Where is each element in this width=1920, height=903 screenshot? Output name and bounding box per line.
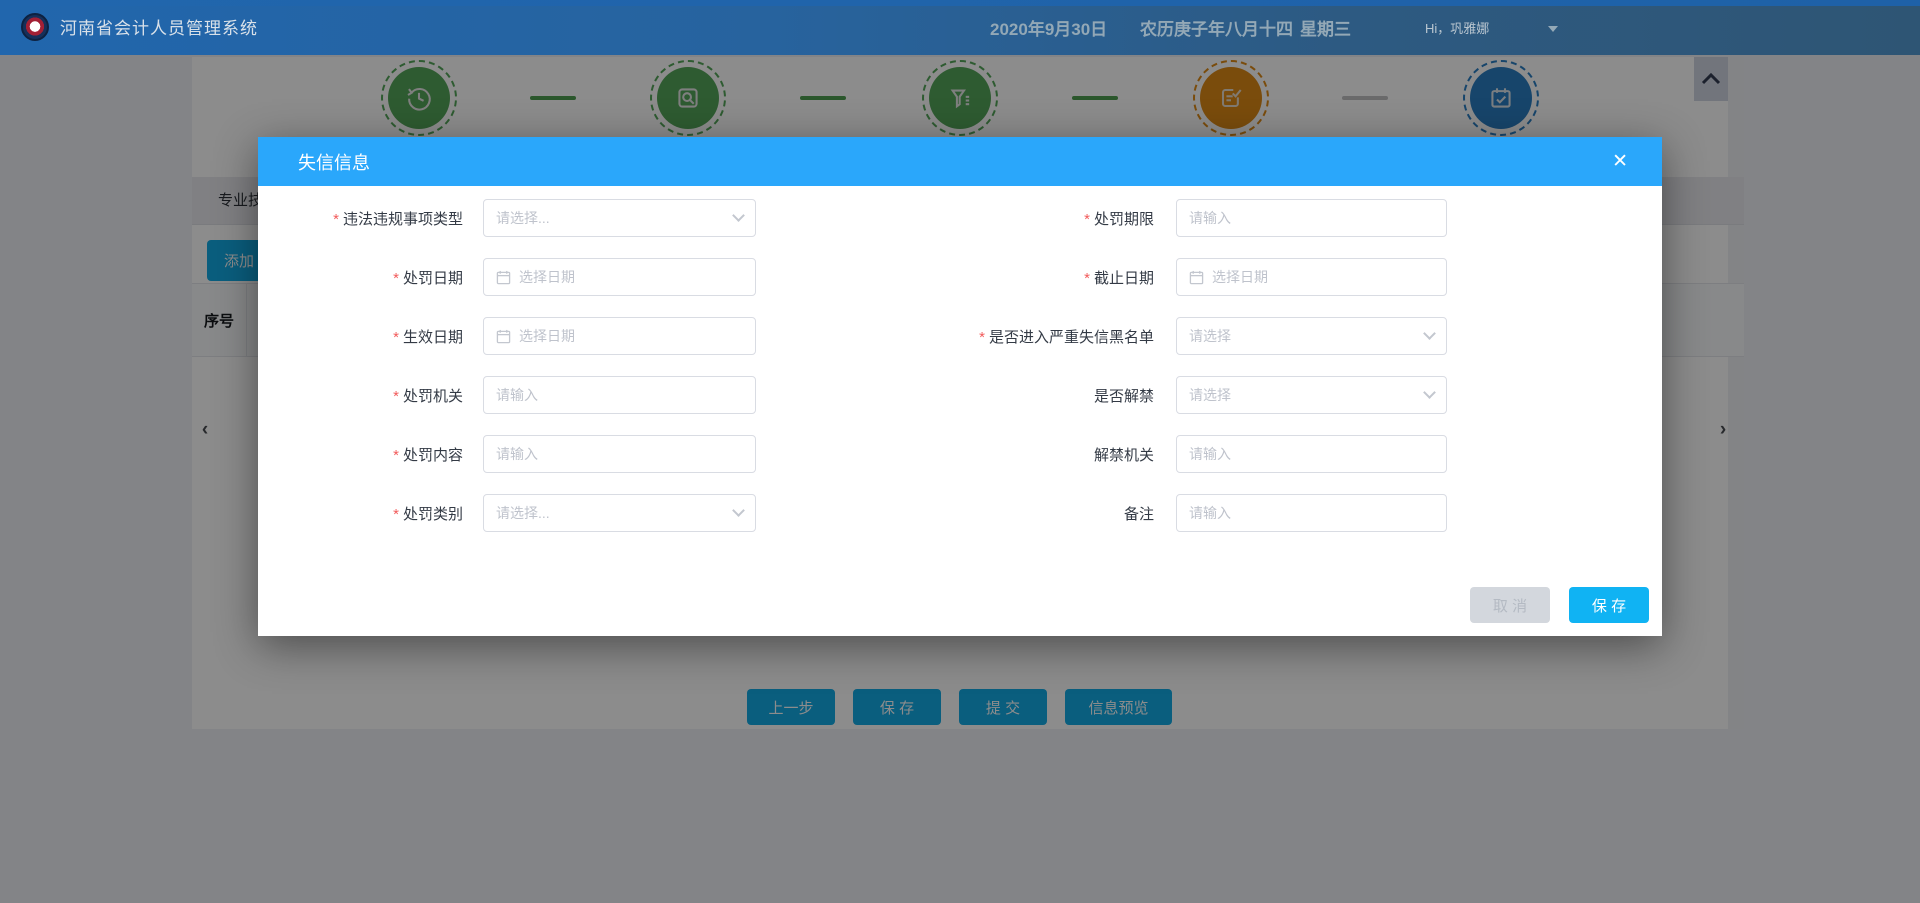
placeholder-text: 请选择... bbox=[496, 208, 550, 228]
form-date-picker[interactable]: 选择日期 bbox=[483, 258, 756, 296]
form-field-label: *是否进入严重失信黑名单 bbox=[818, 326, 1176, 347]
placeholder-text: 选择日期 bbox=[519, 326, 575, 346]
form-text-input[interactable] bbox=[483, 435, 756, 473]
chevron-down-icon bbox=[1423, 327, 1436, 340]
form-field-label: *处罚日期 bbox=[258, 267, 483, 288]
required-asterisk: * bbox=[393, 270, 399, 287]
form-text-input[interactable] bbox=[483, 376, 756, 414]
form-field-label: *处罚类别 bbox=[258, 503, 483, 524]
placeholder-text: 请选择 bbox=[1189, 326, 1231, 346]
required-asterisk: * bbox=[393, 447, 399, 464]
form-field-label: *违法违规事项类型 bbox=[258, 208, 483, 229]
close-icon[interactable]: ✕ bbox=[1612, 150, 1628, 173]
form-row: *截止日期 选择日期 bbox=[818, 258, 1658, 296]
modal-title: 失信信息 bbox=[298, 149, 370, 175]
required-asterisk: * bbox=[333, 211, 339, 228]
page: 河南省会计人员管理系统 2020年9月30日 农历庚子年八月十四 星期三 Hi，… bbox=[0, 0, 1920, 903]
form-row: *是否进入严重失信黑名单请选择 bbox=[818, 317, 1658, 355]
modal-save-button[interactable]: 保 存 bbox=[1569, 587, 1649, 623]
app-logo-icon bbox=[21, 13, 49, 41]
form-field-label: *生效日期 bbox=[258, 326, 483, 347]
form-field-label: 解禁机关 bbox=[818, 444, 1176, 465]
weekday: 星期三 bbox=[1300, 0, 1351, 55]
form-column-right: *处罚期限*截止日期选择日期*是否进入严重失信黑名单请选择是否解禁请选择解禁机关… bbox=[818, 199, 1658, 553]
form-text-input[interactable] bbox=[1176, 199, 1447, 237]
form-row: 解禁机关 bbox=[818, 435, 1658, 473]
required-asterisk: * bbox=[1084, 270, 1090, 287]
form-text-input[interactable] bbox=[1176, 494, 1447, 532]
dishonesty-info-modal: 失信信息 ✕ *违法违规事项类型请选择...*处罚日期选择日期*生效日期选择日期… bbox=[258, 137, 1662, 636]
form-field-label: 是否解禁 bbox=[818, 385, 1176, 406]
form-select[interactable]: 请选择 bbox=[1176, 317, 1447, 355]
top-navbar: 河南省会计人员管理系统 2020年9月30日 农历庚子年八月十四 星期三 Hi，… bbox=[0, 0, 1920, 55]
form-select[interactable]: 请选择... bbox=[483, 494, 756, 532]
placeholder-text: 请选择 bbox=[1189, 385, 1231, 405]
chevron-down-icon bbox=[1423, 386, 1436, 399]
form-row: 备注 bbox=[818, 494, 1658, 532]
form-field-label: *处罚机关 bbox=[258, 385, 483, 406]
chevron-down-icon bbox=[732, 209, 745, 222]
form-field-label: *处罚内容 bbox=[258, 444, 483, 465]
form-date-picker[interactable]: 选择日期 bbox=[483, 317, 756, 355]
form-row: *处罚期限 bbox=[818, 199, 1658, 237]
lunar-date: 农历庚子年八月十四 bbox=[1140, 0, 1293, 55]
required-asterisk: * bbox=[393, 388, 399, 405]
form-field-label: *截止日期 bbox=[818, 267, 1176, 288]
form-select[interactable]: 请选择... bbox=[483, 199, 756, 237]
form-select[interactable]: 请选择 bbox=[1176, 376, 1447, 414]
required-asterisk: * bbox=[1084, 211, 1090, 228]
required-asterisk: * bbox=[393, 329, 399, 346]
form-field-label: 备注 bbox=[818, 503, 1176, 524]
chevron-down-icon bbox=[732, 504, 745, 517]
required-asterisk: * bbox=[979, 329, 985, 346]
placeholder-text: 选择日期 bbox=[519, 267, 575, 287]
app-title: 河南省会计人员管理系统 bbox=[60, 0, 258, 55]
cancel-button[interactable]: 取 消 bbox=[1470, 587, 1550, 623]
modal-header: 失信信息 ✕ bbox=[258, 137, 1662, 186]
required-asterisk: * bbox=[393, 506, 399, 523]
form-field-label: *处罚期限 bbox=[818, 208, 1176, 229]
form-date-picker[interactable]: 选择日期 bbox=[1176, 258, 1447, 296]
user-greeting: Hi，巩雅娜 bbox=[1425, 0, 1489, 55]
user-menu-caret-icon[interactable] bbox=[1548, 26, 1558, 37]
placeholder-text: 选择日期 bbox=[1212, 267, 1268, 287]
form-row: 是否解禁请选择 bbox=[818, 376, 1658, 414]
form-text-input[interactable] bbox=[1176, 435, 1447, 473]
current-date: 2020年9月30日 bbox=[990, 0, 1107, 55]
placeholder-text: 请选择... bbox=[496, 503, 550, 523]
